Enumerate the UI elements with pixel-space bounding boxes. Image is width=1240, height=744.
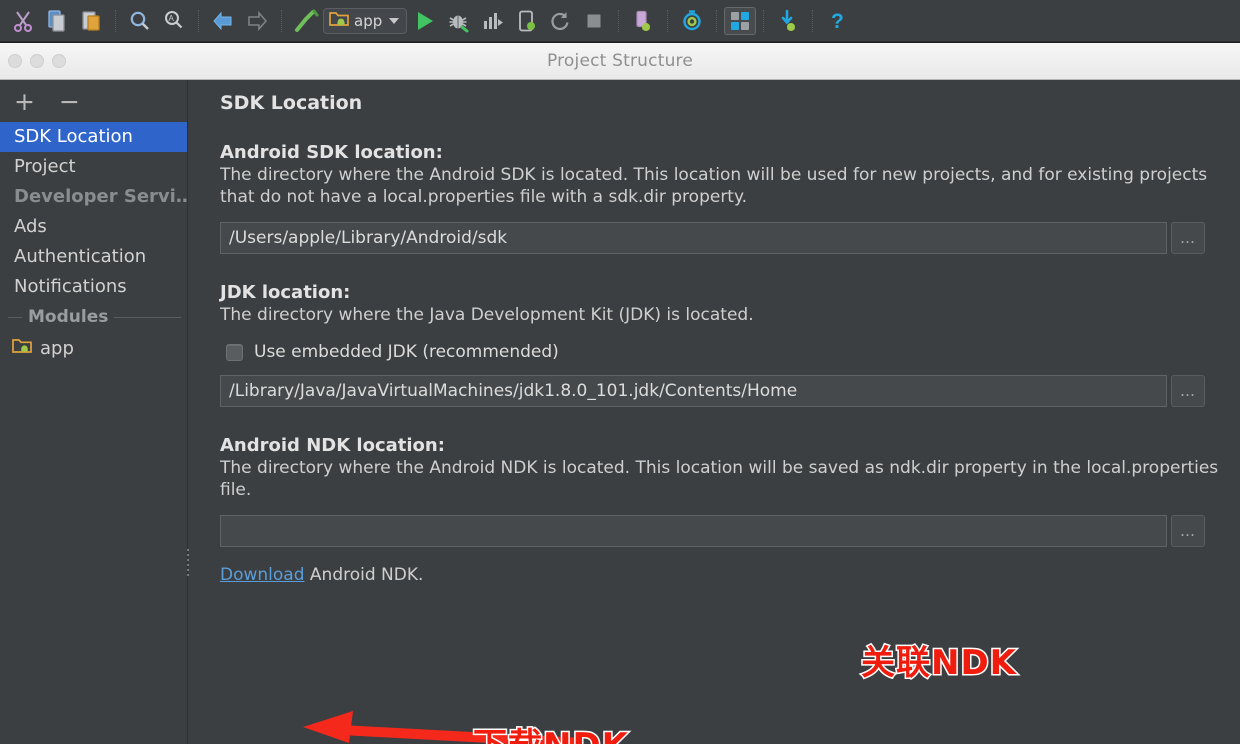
back-icon[interactable] bbox=[206, 6, 240, 36]
toolbar-divider bbox=[763, 9, 765, 32]
toolbar-group-nav bbox=[206, 6, 274, 36]
project-structure-dialog: Project Structure + − SDK Location Proje… bbox=[0, 42, 1240, 744]
module-selector-label: app bbox=[354, 11, 383, 30]
content-panel: SDK Location Android SDK location: The d… bbox=[188, 80, 1240, 744]
dialog-title: Project Structure bbox=[546, 51, 694, 71]
stop-icon[interactable] bbox=[577, 6, 611, 36]
remove-button[interactable]: − bbox=[59, 89, 80, 114]
annotation-link-ndk: 关联NDK bbox=[859, 642, 1018, 685]
sidebar-item-authentication[interactable]: Authentication bbox=[0, 242, 187, 272]
toolbar-divider bbox=[281, 9, 282, 32]
sidebar: + − SDK Location Project Developer Servi… bbox=[0, 80, 189, 744]
build-hammer-icon[interactable] bbox=[289, 6, 323, 36]
ndk-location-input[interactable] bbox=[220, 514, 1167, 547]
section-android-sdk: Android SDK location: The directory wher… bbox=[220, 142, 1230, 254]
divider-line-right bbox=[114, 316, 181, 318]
sdk-location-browse-button[interactable]: … bbox=[1171, 221, 1205, 254]
run-icon[interactable] bbox=[407, 6, 441, 36]
jdk-location-description: The directory where the Java Development… bbox=[220, 304, 754, 325]
use-embedded-jdk-checkbox[interactable] bbox=[226, 343, 243, 361]
download-ndk-suffix: Android NDK. bbox=[304, 564, 424, 585]
toolbar-divider bbox=[812, 9, 814, 32]
find-icon[interactable] bbox=[123, 6, 157, 36]
ndk-location-browse-button[interactable]: … bbox=[1171, 514, 1205, 547]
apply-changes-icon[interactable] bbox=[509, 6, 543, 36]
sidebar-item-module-app[interactable]: app bbox=[0, 332, 187, 364]
zoom-window-button[interactable] bbox=[52, 54, 66, 68]
copy-icon[interactable] bbox=[40, 6, 74, 36]
divider-line-left bbox=[8, 316, 22, 318]
use-embedded-jdk-row[interactable]: Use embedded JDK (recommended) bbox=[220, 342, 1230, 362]
section-android-ndk: Android NDK location: The directory wher… bbox=[220, 435, 1230, 585]
add-button[interactable]: + bbox=[14, 89, 35, 114]
jdk-location-label: JDK location: bbox=[220, 281, 351, 303]
sidebar-module-label: app bbox=[40, 337, 74, 359]
jdk-location-browse-button[interactable]: … bbox=[1171, 375, 1205, 408]
toolbar-divider bbox=[115, 9, 116, 32]
avd-manager-icon[interactable] bbox=[626, 6, 660, 36]
sidebar-group-header-modules: Modules bbox=[0, 302, 187, 332]
toolbar-divider bbox=[716, 9, 718, 32]
ndk-location-description: The directory where the Android NDK is l… bbox=[220, 458, 1219, 500]
page-title: SDK Location bbox=[220, 92, 363, 114]
annotation-download-ndk: 下载NDK bbox=[471, 718, 629, 744]
download-ndk-link[interactable]: Download bbox=[220, 565, 305, 585]
ndk-download-row: Download Android NDK. bbox=[220, 565, 1230, 585]
ide-toolbar: A app ? bbox=[0, 0, 1240, 42]
android-module-icon bbox=[329, 10, 349, 31]
sidebar-item-ads[interactable]: Ads bbox=[0, 212, 187, 242]
android-module-icon bbox=[12, 337, 32, 359]
sdk-manager-icon[interactable] bbox=[771, 6, 805, 36]
dialog-titlebar: Project Structure bbox=[0, 43, 1240, 80]
sidebar-item-project[interactable]: Project bbox=[0, 152, 187, 182]
forward-icon[interactable] bbox=[240, 6, 274, 36]
toolbar-group-edit bbox=[6, 6, 108, 36]
ndk-location-label: Android NDK location: bbox=[220, 435, 445, 457]
sdk-location-label: Android SDK location: bbox=[220, 142, 443, 163]
sdk-location-field-row: /Users/apple/Library/Android/sdk … bbox=[220, 221, 1205, 254]
sidebar-list: SDK Location Project Developer Servi… Ad… bbox=[0, 122, 187, 302]
toolbar-divider bbox=[667, 9, 669, 32]
section-jdk: JDK location: The directory where the Ja… bbox=[220, 282, 1230, 408]
profile-icon[interactable] bbox=[475, 6, 509, 36]
project-structure-icon[interactable] bbox=[724, 6, 757, 35]
jdk-location-input[interactable]: /Library/Java/JavaVirtualMachines/jdk1.8… bbox=[220, 375, 1167, 408]
sidebar-item-sdk-location[interactable]: SDK Location bbox=[0, 122, 187, 152]
sdk-location-input[interactable]: /Users/apple/Library/Android/sdk bbox=[220, 221, 1167, 254]
sidebar-group-label: Modules bbox=[28, 307, 109, 327]
replace-icon[interactable]: A bbox=[157, 6, 191, 36]
window-controls bbox=[8, 54, 66, 68]
minimize-window-button[interactable] bbox=[30, 54, 44, 68]
close-window-button[interactable] bbox=[8, 54, 22, 68]
ndk-location-field-row: … bbox=[220, 514, 1205, 547]
svg-text:A: A bbox=[169, 14, 175, 23]
paste-icon[interactable] bbox=[74, 6, 108, 36]
toolbar-group-search: A bbox=[123, 6, 191, 36]
use-embedded-jdk-label: Use embedded JDK (recommended) bbox=[254, 342, 559, 363]
help-icon[interactable]: ? bbox=[820, 6, 854, 36]
cut-icon[interactable] bbox=[6, 6, 40, 36]
debug-icon[interactable] bbox=[441, 6, 475, 36]
sync-gradle-icon[interactable] bbox=[675, 6, 709, 36]
dialog-body: + − SDK Location Project Developer Servi… bbox=[0, 80, 1240, 744]
sidebar-toolbar: + − bbox=[0, 80, 187, 122]
toolbar-divider bbox=[198, 9, 199, 32]
rerun-icon[interactable] bbox=[543, 6, 577, 36]
toolbar-divider bbox=[618, 9, 620, 32]
module-selector[interactable]: app bbox=[323, 7, 408, 34]
sidebar-item-developer-services[interactable]: Developer Servi… bbox=[0, 182, 187, 212]
svg-text:?: ? bbox=[831, 10, 844, 33]
jdk-location-field-row: /Library/Java/JavaVirtualMachines/jdk1.8… bbox=[220, 375, 1205, 408]
sidebar-item-notifications[interactable]: Notifications bbox=[0, 272, 187, 302]
chevron-down-icon bbox=[389, 17, 400, 24]
sdk-location-description: The directory where the Android SDK is l… bbox=[220, 165, 1208, 207]
